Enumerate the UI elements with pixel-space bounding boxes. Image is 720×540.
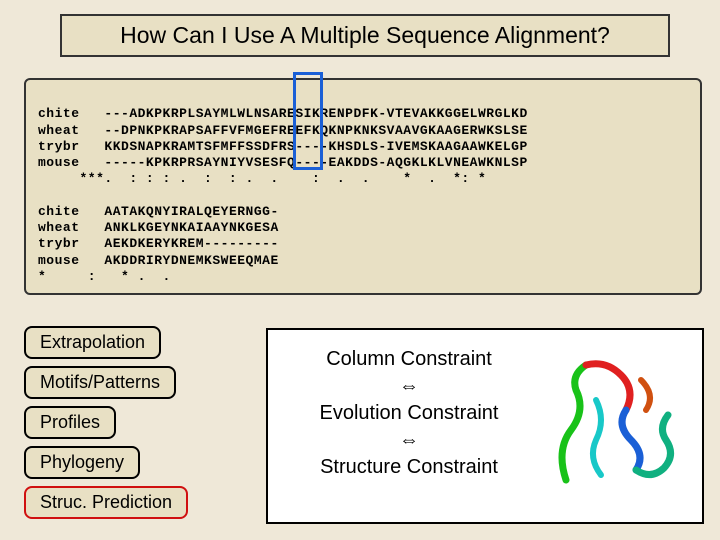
profiles-button[interactable]: Profiles <box>24 406 116 439</box>
seq-label: chite <box>38 204 80 219</box>
seq-row: -----KPKRPRSAYNIYVSESFQ----EAKDDS-AQGKLK… <box>104 155 527 170</box>
seq-row: --DPNKPKRAPSAFFVFMGEFREEFKQKNPKNKSVAAVGK… <box>104 123 527 138</box>
seq-row: AATAKQNYIRALQEYERNGG- <box>104 204 278 219</box>
consensus-row: ***. : : : . : : . . : . . * . *: * <box>38 171 486 186</box>
alignment-panel: chite ---ADKPKRPLSAYMLWLNSARESIKRENPDFK-… <box>24 78 702 295</box>
seq-label: wheat <box>38 123 80 138</box>
struc-prediction-button[interactable]: Struc. Prediction <box>24 486 188 519</box>
btn-label: Phylogeny <box>40 452 124 472</box>
seq-label: mouse <box>38 253 80 268</box>
seq-label: trybr <box>38 139 80 154</box>
btn-label: Profiles <box>40 412 100 432</box>
protein-structure-icon <box>546 350 686 500</box>
arrow-icon: ⇔ <box>284 427 534 454</box>
btn-label: Extrapolation <box>40 332 145 352</box>
constraint-panel: Column Constraint ⇔ Evolution Constraint… <box>266 328 704 524</box>
arrow-icon: ⇔ <box>284 373 534 400</box>
title-text: How Can I Use A Multiple Sequence Alignm… <box>120 22 610 48</box>
btn-label: Struc. Prediction <box>40 492 172 512</box>
seq-label: chite <box>38 106 80 121</box>
seq-row: ---ADKPKRPLSAYMLWLNSARESIKRENPDFK-VTEVAK… <box>104 106 527 121</box>
seq-row: AKDDRIRYDNEMKSWEEQMAE <box>104 253 278 268</box>
page-title: How Can I Use A Multiple Sequence Alignm… <box>60 14 670 57</box>
btn-label: Motifs/Patterns <box>40 372 160 392</box>
constraint-line: Structure Constraint <box>284 454 534 481</box>
consensus-row: * : * . . <box>38 269 171 284</box>
phylogeny-button[interactable]: Phylogeny <box>24 446 140 479</box>
seq-label: wheat <box>38 220 80 235</box>
seq-label: mouse <box>38 155 80 170</box>
constraint-text: Column Constraint ⇔ Evolution Constraint… <box>284 346 534 481</box>
seq-label: trybr <box>38 236 80 251</box>
seq-row: ANKLKGEYNKAIAAYNKGESA <box>104 220 278 235</box>
seq-row: AEKDKERYKREM--------- <box>104 236 278 251</box>
motifs-button[interactable]: Motifs/Patterns <box>24 366 176 399</box>
constraint-line: Column Constraint <box>284 346 534 373</box>
constraint-line: Evolution Constraint <box>284 400 534 427</box>
seq-row: KKDSNAPKRAMTSFMFFSSDFRS----KHSDLS-IVEMSK… <box>104 139 527 154</box>
extrapolation-button[interactable]: Extrapolation <box>24 326 161 359</box>
